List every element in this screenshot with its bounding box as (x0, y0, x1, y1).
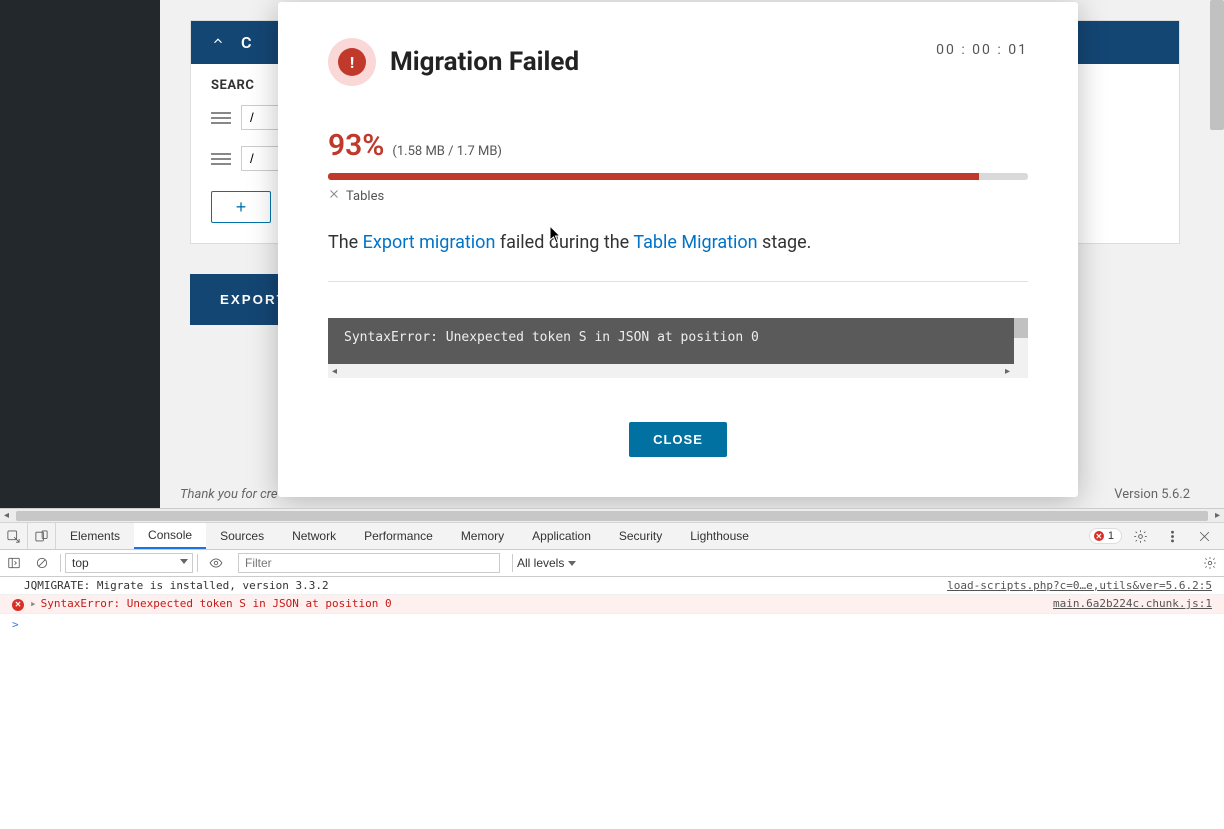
progress-percent: 93% (328, 128, 384, 163)
clear-console-button[interactable] (28, 550, 56, 577)
drag-handle-icon[interactable] (211, 112, 231, 124)
table-migration-link[interactable]: Table Migration (633, 232, 757, 253)
devtools-tabstrip: Elements Console Sources Network Perform… (0, 523, 1224, 550)
scroll-arrow-right-icon[interactable]: ▸ (1005, 366, 1010, 377)
stage-label: Tables (346, 189, 384, 204)
modal-header: ! Migration Failed 00 : 00 : 01 (328, 38, 1028, 86)
console-source-link[interactable]: load-scripts.php?c=0…e,utils&ver=5.6.2:5 (947, 579, 1212, 592)
progress-size: (1.58 MB / 1.7 MB) (392, 144, 502, 159)
elapsed-timer: 00 : 00 : 01 (936, 42, 1028, 58)
progress-fill (328, 173, 979, 180)
tab-application[interactable]: Application (518, 523, 605, 549)
tab-sources[interactable]: Sources (206, 523, 278, 549)
scroll-arrow-left-icon[interactable]: ◂ (332, 366, 337, 377)
chevron-up-icon (211, 33, 225, 52)
error-icon: ✕ (12, 599, 24, 611)
console-message: ✕ ▸ SyntaxError: Unexpected token S in JSO… (12, 597, 392, 611)
error-count: 1 (1108, 530, 1114, 542)
progress-meta: 93% (1.58 MB / 1.7 MB) (328, 128, 1028, 163)
error-log-wrap: SyntaxError: Unexpected token S in JSON … (328, 318, 1028, 378)
console-filter-input[interactable] (238, 553, 500, 573)
tab-elements[interactable]: Elements (56, 523, 134, 549)
log-scrollbar-vertical[interactable] (1014, 318, 1028, 378)
close-icon (328, 188, 340, 204)
page-scrollbar-vertical[interactable] (1210, 0, 1224, 508)
drag-handle-icon[interactable] (211, 153, 231, 165)
accordion-title: C (241, 33, 252, 52)
execution-context-select[interactable]: top (65, 553, 193, 573)
error-icon: ! (328, 38, 376, 86)
version-text: Version 5.6.2 (1114, 487, 1190, 502)
device-toolbar-button[interactable] (28, 523, 56, 549)
error-text: SyntaxError: Unexpected token S in JSON … (41, 597, 392, 610)
fail-text-post: stage. (758, 232, 812, 253)
divider (328, 281, 1028, 282)
console-sidebar-toggle[interactable] (0, 550, 28, 577)
more-menu-button[interactable] (1158, 529, 1186, 544)
console-toolbar: top All levels (0, 550, 1224, 577)
error-dot-icon: ✕ (1094, 531, 1104, 541)
mouse-cursor-icon (549, 225, 563, 249)
close-devtools-button[interactable] (1190, 529, 1218, 544)
console-output: JQMIGRATE: Migrate is installed, version… (0, 577, 1224, 635)
inspect-element-button[interactable] (0, 523, 28, 549)
stage-row: Tables (328, 188, 1028, 204)
expand-icon[interactable]: ▸ (30, 597, 37, 610)
console-source-link[interactable]: main.6a2b224c.chunk.js:1 (1053, 597, 1212, 611)
devtools-panel: ◂ ▸ Elements Console Sources Network Per… (0, 508, 1224, 829)
error-log[interactable]: SyntaxError: Unexpected token S in JSON … (328, 318, 1028, 364)
admin-sidebar (0, 0, 160, 508)
settings-button[interactable] (1126, 529, 1154, 544)
thank-you-text: Thank you for cre (180, 487, 278, 502)
scroll-arrow-left-icon[interactable]: ◂ (4, 510, 9, 521)
modal-title: Migration Failed (390, 47, 579, 77)
failure-message: The Export migration failed during the T… (328, 232, 1028, 253)
close-button[interactable]: CLOSE (629, 422, 727, 457)
scrollbar-thumb[interactable] (16, 511, 1208, 521)
console-row-error[interactable]: ✕ ▸ SyntaxError: Unexpected token S in JSO… (0, 595, 1224, 614)
console-settings-button[interactable] (1196, 550, 1224, 577)
console-prompt[interactable]: > (0, 614, 1224, 635)
levels-value: All levels (517, 556, 564, 570)
console-row[interactable]: JQMIGRATE: Migrate is installed, version… (0, 577, 1224, 595)
tab-performance[interactable]: Performance (350, 523, 447, 549)
progress-bar (328, 173, 1028, 180)
tab-security[interactable]: Security (605, 523, 676, 549)
migration-failed-modal: ! Migration Failed 00 : 00 : 01 93% (1.5… (278, 2, 1078, 497)
fail-text-pre: The (328, 232, 363, 253)
scrollbar-thumb[interactable] (1210, 0, 1224, 130)
add-rule-button[interactable]: + (211, 191, 271, 223)
export-migration-link[interactable]: Export migration (363, 232, 496, 253)
scroll-arrow-right-icon[interactable]: ▸ (1215, 510, 1220, 521)
fail-text-mid: failed during the (495, 232, 633, 253)
tab-lighthouse[interactable]: Lighthouse (676, 523, 763, 549)
console-message: JQMIGRATE: Migrate is installed, version… (12, 579, 329, 592)
context-value: top (72, 556, 89, 570)
tab-memory[interactable]: Memory (447, 523, 518, 549)
chevron-down-icon (180, 559, 188, 564)
app-scrollbar-horizontal[interactable]: ◂ ▸ (0, 509, 1224, 523)
error-count-badge[interactable]: ✕ 1 (1089, 528, 1122, 544)
chevron-down-icon (568, 561, 576, 566)
live-expression-button[interactable] (202, 550, 230, 577)
tab-console[interactable]: Console (134, 523, 206, 549)
log-levels-select[interactable]: All levels (517, 556, 584, 570)
tab-network[interactable]: Network (278, 523, 350, 549)
log-scrollbar-horizontal[interactable]: ◂ ▸ (328, 364, 1014, 378)
